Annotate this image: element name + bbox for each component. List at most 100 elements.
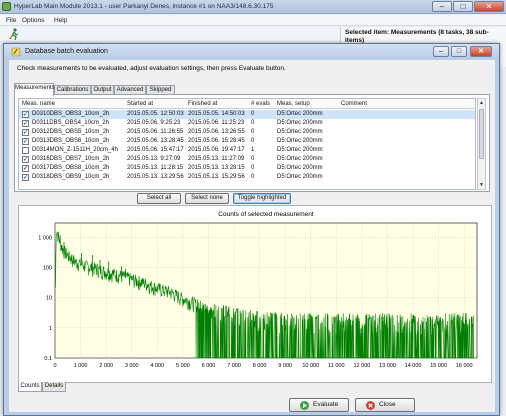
table-row[interactable]: ✓ D0318DBS_OBS9_10cm_2h 2015.05.13. 13:29:…	[19, 173, 475, 182]
main-window-title: HyperLab Main Module 2013.1 - user Parka…	[14, 3, 274, 10]
col-started-at[interactable]: Started at	[127, 101, 153, 107]
cell-started: 2015.05.13. 13:29:56	[127, 174, 184, 180]
row-checkbox[interactable]: ✓	[22, 120, 29, 127]
x-tick-label: 2 000	[99, 363, 113, 369]
measurements-table: Meas. name Started at Finished at # eval…	[18, 98, 476, 190]
toggle-highlighted-button[interactable]: Toggle highlighted	[233, 193, 291, 204]
table-vertical-scrollbar[interactable]: ▲ ▼	[477, 98, 486, 190]
cell-evals: 0	[251, 120, 255, 126]
select-all-button[interactable]: Select all	[137, 193, 181, 204]
x-tick-label: 5 000	[176, 363, 190, 369]
run-person-icon[interactable]	[8, 28, 20, 40]
batch-evaluation-dialog: Database batch evaluation – □ ✕ Check me…	[3, 43, 500, 416]
dialog-body: Check measurements to be evaluated, adju…	[9, 60, 495, 412]
menu-help[interactable]: Help	[54, 17, 67, 24]
tab-counts[interactable]: Counts	[18, 382, 42, 392]
col-meas-setup[interactable]: Meas. setup	[277, 101, 310, 107]
row-checkbox[interactable]: ✓	[22, 174, 29, 181]
select-none-button[interactable]: Select none	[185, 193, 229, 204]
cell-started: 2015.05.06. 11:26:55	[127, 129, 184, 135]
cell-setup: D5:Ortec 200mm	[277, 138, 323, 144]
cell-finished: 2015.05.06. 13:26:55	[188, 129, 245, 135]
cell-setup: D5:Ortec 200mm	[277, 165, 323, 171]
chart-title: Counts of selected measurement	[218, 211, 314, 218]
cell-evals: 0	[251, 156, 255, 162]
cell-name: D0316DBS_OBS7_10cm_2h	[32, 156, 110, 162]
dialog-maximize-button[interactable]: □	[451, 46, 467, 57]
minimize-button[interactable]: –	[432, 1, 452, 12]
col-evals[interactable]: # evals	[251, 101, 270, 107]
col-meas-name[interactable]: Meas. name	[22, 101, 55, 107]
scroll-down-icon[interactable]: ▼	[478, 181, 485, 189]
close-circle-icon	[366, 401, 375, 410]
cell-started: 2015.05.13. 11:28:15	[127, 165, 184, 171]
cell-evals: 0	[251, 174, 255, 180]
cell-setup: D5:Ortec 200mm	[277, 111, 323, 117]
x-tick-label: 6 000	[202, 363, 216, 369]
maximize-button[interactable]: □	[453, 1, 473, 12]
dialog-title-bar[interactable]: Database batch evaluation – □ ✕	[4, 44, 499, 60]
cell-name: D0312DBS_OBS5_10cm_2h	[32, 129, 110, 135]
table-row[interactable]: ✓ D0313DBS_OBS6_10cm_2h 2015.05.06. 13:28:…	[19, 137, 475, 146]
close-button[interactable]: Close	[355, 398, 415, 412]
hyperlab-app-icon	[2, 2, 11, 11]
table-row[interactable]: ✓ D0310DBS_OBS3_10cm_2h 2015.05.05. 12:50:…	[19, 110, 475, 119]
x-tick-label: 4 000	[150, 363, 164, 369]
table-row[interactable]: ✓ D0311DBS_OBS4_10cm_2h 2015.05.06. 9:25:2…	[19, 119, 475, 128]
cell-finished: 2015.05.13. 13:28:15	[188, 165, 245, 171]
x-tick-label: 14 000	[405, 363, 422, 369]
close-main-button[interactable]: ✕	[474, 1, 504, 12]
x-tick-label: 16 000	[456, 363, 473, 369]
row-checkbox[interactable]: ✓	[22, 156, 29, 163]
table-row[interactable]: ✓ D0316DBS_OBS7_10cm_2h 2015.05.13. 9:27:0…	[19, 155, 475, 164]
cell-setup: D5:Ortec 200mm	[277, 147, 323, 153]
cell-started: 2015.05.13. 9:27:09	[127, 156, 181, 162]
menu-file[interactable]: File	[6, 17, 16, 24]
cell-setup: D5:Ortec 200mm	[277, 129, 323, 135]
table-row[interactable]: ✓ D0312DBS_OBS5_10cm_2h 2015.05.06. 11:26:…	[19, 128, 475, 137]
database-icon	[11, 47, 21, 57]
cell-started: 2015.05.06. 13:28:45	[127, 138, 184, 144]
dialog-close-x-button[interactable]: ✕	[470, 46, 492, 57]
scroll-thumb[interactable]	[479, 109, 484, 159]
row-checkbox[interactable]	[22, 147, 29, 154]
cell-evals: 1	[251, 147, 255, 153]
cell-name: D0311DBS_OBS4_10cm_2h	[32, 120, 109, 126]
cell-evals: 0	[251, 111, 255, 117]
col-comment[interactable]: Comment	[341, 101, 367, 107]
tab-details[interactable]: Details	[42, 382, 66, 392]
close-label: Close	[379, 401, 396, 408]
cell-evals: 0	[251, 165, 255, 171]
evaluate-button[interactable]: Evaluate	[289, 398, 349, 412]
menu-options[interactable]: Options	[22, 17, 44, 24]
dialog-minimize-button[interactable]: –	[433, 46, 449, 57]
table-row[interactable]: ✓ D0317DBS_OBS8_10cm_2h 2015.05.13. 11:28:…	[19, 164, 475, 173]
cell-setup: D5:Ortec 200mm	[277, 174, 323, 180]
row-checkbox[interactable]: ✓	[22, 165, 29, 172]
dialog-title: Database batch evaluation	[25, 48, 108, 55]
x-tick-label: 7 000	[227, 363, 241, 369]
table-row[interactable]: D0314MON_Z-1511H_20cm_4h 2015.05.06. 15:4…	[19, 146, 475, 155]
x-tick-label: 11 000	[328, 363, 344, 369]
row-checkbox[interactable]: ✓	[22, 129, 29, 136]
x-tick-label: 15 000	[430, 363, 447, 369]
cell-setup: D5:Ortec 200mm	[277, 120, 323, 126]
table-header: Meas. name Started at Finished at # eval…	[19, 99, 475, 109]
y-tick-label: 10	[46, 296, 52, 302]
y-tick-label: 1	[49, 326, 52, 332]
cell-finished: 2015.05.06. 19:47:17	[188, 147, 245, 153]
play-icon	[300, 401, 309, 410]
cell-setup: D5:Ortec 200mm	[277, 156, 323, 162]
row-checkbox[interactable]: ✓	[22, 138, 29, 145]
counts-chart-panel: Counts of selected measurement 0 1 000 2 00…	[18, 205, 492, 383]
menu-bar: File Options Help	[0, 15, 506, 26]
col-finished-at[interactable]: Finished at	[188, 101, 217, 107]
x-tick-label: 1 000	[74, 363, 88, 369]
tab-measurements[interactable]: Measurements	[14, 83, 55, 96]
cell-finished: 2015.05.06. 11:25:23	[188, 120, 245, 126]
cell-evals: 0	[251, 138, 255, 144]
row-checkbox[interactable]: ✓	[22, 111, 29, 118]
scroll-up-icon[interactable]: ▲	[478, 99, 485, 107]
main-title-bar[interactable]: HyperLab Main Module 2013.1 - user Parka…	[0, 0, 506, 14]
y-tick-label: 100	[43, 266, 52, 272]
